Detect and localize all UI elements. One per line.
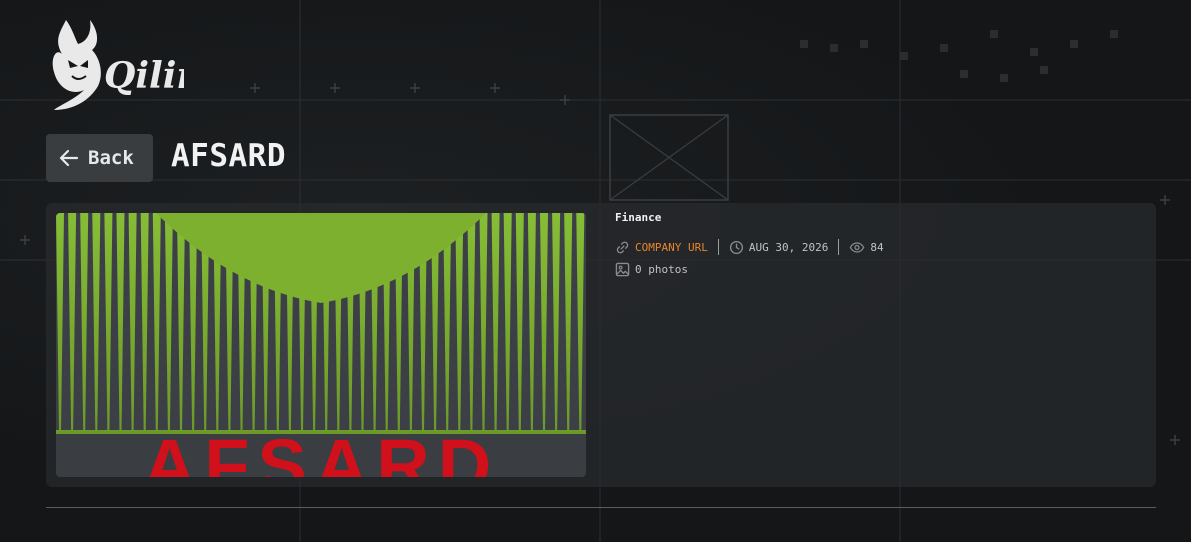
image-icon [615,262,630,277]
company-photos: 0 photos [615,262,884,277]
company-views-count: 84 [870,240,884,254]
meta-separator [717,239,719,255]
company-date: AUG 30, 2026 [729,240,828,255]
section-divider [46,507,1156,508]
page-title: AFSARD [171,138,286,174]
company-date-text: AUG 30, 2026 [748,240,829,254]
arrow-left-icon [58,147,80,169]
company-meta: COMPANY URL AUG 30, 2026 84 [615,238,884,256]
logo-text: Qilin [104,55,184,97]
company-details: Finance COMPANY URL AUG 30, 2026 84 0 ph… [615,211,884,277]
clock-icon [729,240,744,255]
meta-separator [838,239,840,255]
back-button-label: Back [88,147,134,169]
back-button[interactable]: Back [46,134,153,182]
company-url-label: COMPANY URL [635,240,708,254]
image-brand-text: AFSARD [143,424,499,477]
company-image: AFSARD [56,213,586,477]
company-card: AFSARD Finance COMPANY URL AUG 30, 2026 … [46,203,1156,487]
link-icon [615,240,630,255]
company-views: 84 [849,240,884,255]
qilin-logo: Qilin [44,14,203,114]
company-url-link[interactable]: COMPANY URL [615,240,708,255]
company-category: Finance [615,211,662,224]
company-photos-count: 0 photos [635,263,688,276]
eye-icon [849,240,865,255]
